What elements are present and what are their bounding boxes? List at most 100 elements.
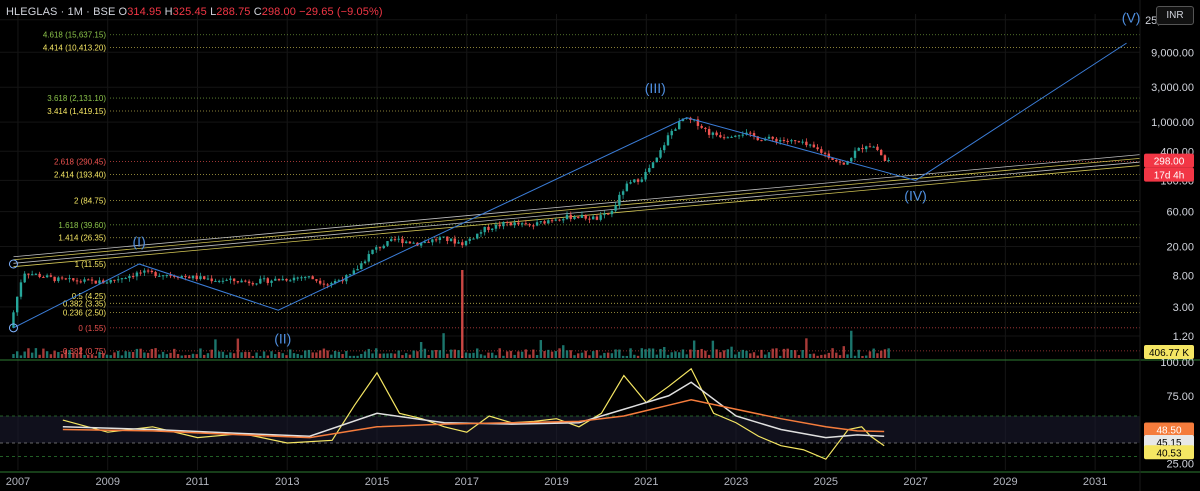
volume-bar: [865, 355, 868, 358]
volume-bar: [719, 352, 722, 358]
volume-bar: [90, 354, 94, 358]
candle-body: [318, 280, 322, 284]
candle-body: [670, 130, 673, 136]
candle-body: [547, 220, 550, 224]
change-value: −29.65 (−9.05%): [299, 6, 383, 18]
volume-bar: [333, 350, 337, 358]
volume-bar: [30, 352, 34, 358]
elliott-wave-path[interactable]: [13, 42, 1127, 329]
candle-body: [431, 239, 434, 243]
candle-body: [786, 140, 789, 142]
volume-bar: [831, 348, 834, 358]
volume-bar: [60, 353, 64, 358]
volume-bar: [386, 353, 389, 358]
volume-bar: [569, 350, 572, 358]
volume-bar: [861, 355, 864, 358]
candle-body: [771, 136, 774, 139]
volume-bar: [689, 349, 692, 358]
candle-body: [412, 242, 415, 244]
volume-bar: [730, 346, 733, 358]
candle-body: [532, 225, 535, 227]
volume-bar: [401, 355, 404, 358]
candle-body: [472, 238, 475, 240]
candle-body: [775, 138, 778, 142]
candle-body: [244, 280, 247, 282]
candle-body: [464, 240, 468, 246]
candle-body: [408, 241, 412, 244]
volume-bar: [345, 350, 348, 358]
candle-body: [12, 312, 15, 328]
volume-bar: [872, 348, 875, 358]
candle-body: [382, 245, 385, 249]
candle-body: [146, 270, 150, 272]
volume-bar: [524, 349, 528, 358]
x-tick-label: 2031: [1083, 476, 1107, 488]
volume-bar: [483, 355, 486, 358]
trend-channel-line[interactable]: [13, 161, 1141, 264]
candle-body: [618, 194, 621, 206]
volume-bar: [734, 354, 737, 358]
volume-bar: [771, 348, 774, 358]
candle-body: [210, 278, 213, 282]
currency-button[interactable]: INR: [1156, 6, 1194, 25]
candle-body: [375, 247, 378, 250]
candle-body: [461, 242, 464, 246]
candle-body: [75, 280, 79, 282]
candle-body: [853, 150, 857, 158]
volume-bar: [513, 354, 516, 358]
candle-body: [30, 274, 34, 276]
candle-body: [644, 171, 647, 180]
volume-bar: [150, 348, 154, 358]
candle-body: [139, 272, 142, 274]
volume-bar: [83, 354, 86, 358]
rsi-tick-label: 75.00: [1166, 391, 1194, 403]
candle-body: [883, 155, 887, 161]
wave-anchor-point[interactable]: [8, 259, 18, 269]
candle-body: [423, 241, 427, 243]
candle-body: [397, 238, 400, 240]
candle-body: [483, 226, 486, 233]
volume-bar: [722, 350, 726, 358]
price-chart[interactable]: 4.618 (15,637.15) 4.414 (10,413.20) 3.618 …: [0, 0, 1200, 491]
volume-bar: [180, 355, 183, 358]
volume-bar: [517, 351, 520, 358]
x-tick-label: 2023: [724, 476, 748, 488]
candle-body: [315, 279, 318, 281]
volume-bar: [131, 352, 135, 358]
volume-spike-bar: [461, 270, 464, 358]
candle-body: [367, 254, 370, 262]
candle-body: [517, 222, 520, 225]
candle-body: [487, 226, 490, 230]
volume-bar: [270, 351, 273, 358]
rsi-tick-label: 25.00: [1166, 458, 1194, 470]
volume-bar: [214, 339, 217, 358]
candle-body: [707, 129, 711, 135]
volume-bar: [464, 352, 468, 358]
x-tick-label: 2011: [186, 476, 210, 488]
volume-bar: [240, 352, 243, 358]
candle-body: [820, 149, 823, 153]
volume-bar: [446, 353, 449, 358]
candle-body: [666, 135, 670, 146]
volume-bar: [229, 352, 232, 358]
volume-bar: [588, 355, 591, 358]
x-tick-label: 2007: [6, 476, 30, 488]
candle-body: [520, 223, 524, 225]
symbol-label[interactable]: HLEGLAS · 1M · BSE: [6, 6, 115, 18]
candle-body: [648, 168, 651, 172]
volume-bar: [808, 353, 812, 358]
volume-bar: [528, 354, 531, 358]
candle-body: [528, 224, 531, 226]
countdown-tag: 17d 4h: [1154, 171, 1185, 182]
y-tick-label: 9,000.00: [1151, 47, 1194, 59]
volume-bar: [494, 355, 498, 358]
volume-bar: [610, 353, 614, 358]
fib-level-label: 4.414 (10,413.20): [43, 44, 106, 53]
candle-body: [348, 274, 352, 276]
trend-channel-line[interactable]: [13, 157, 1141, 261]
volume-bar: [835, 352, 838, 358]
x-tick-label: 2027: [903, 476, 927, 488]
volume-bar: [356, 355, 359, 358]
volume-bar: [692, 340, 696, 358]
volume-bar: [375, 348, 378, 358]
